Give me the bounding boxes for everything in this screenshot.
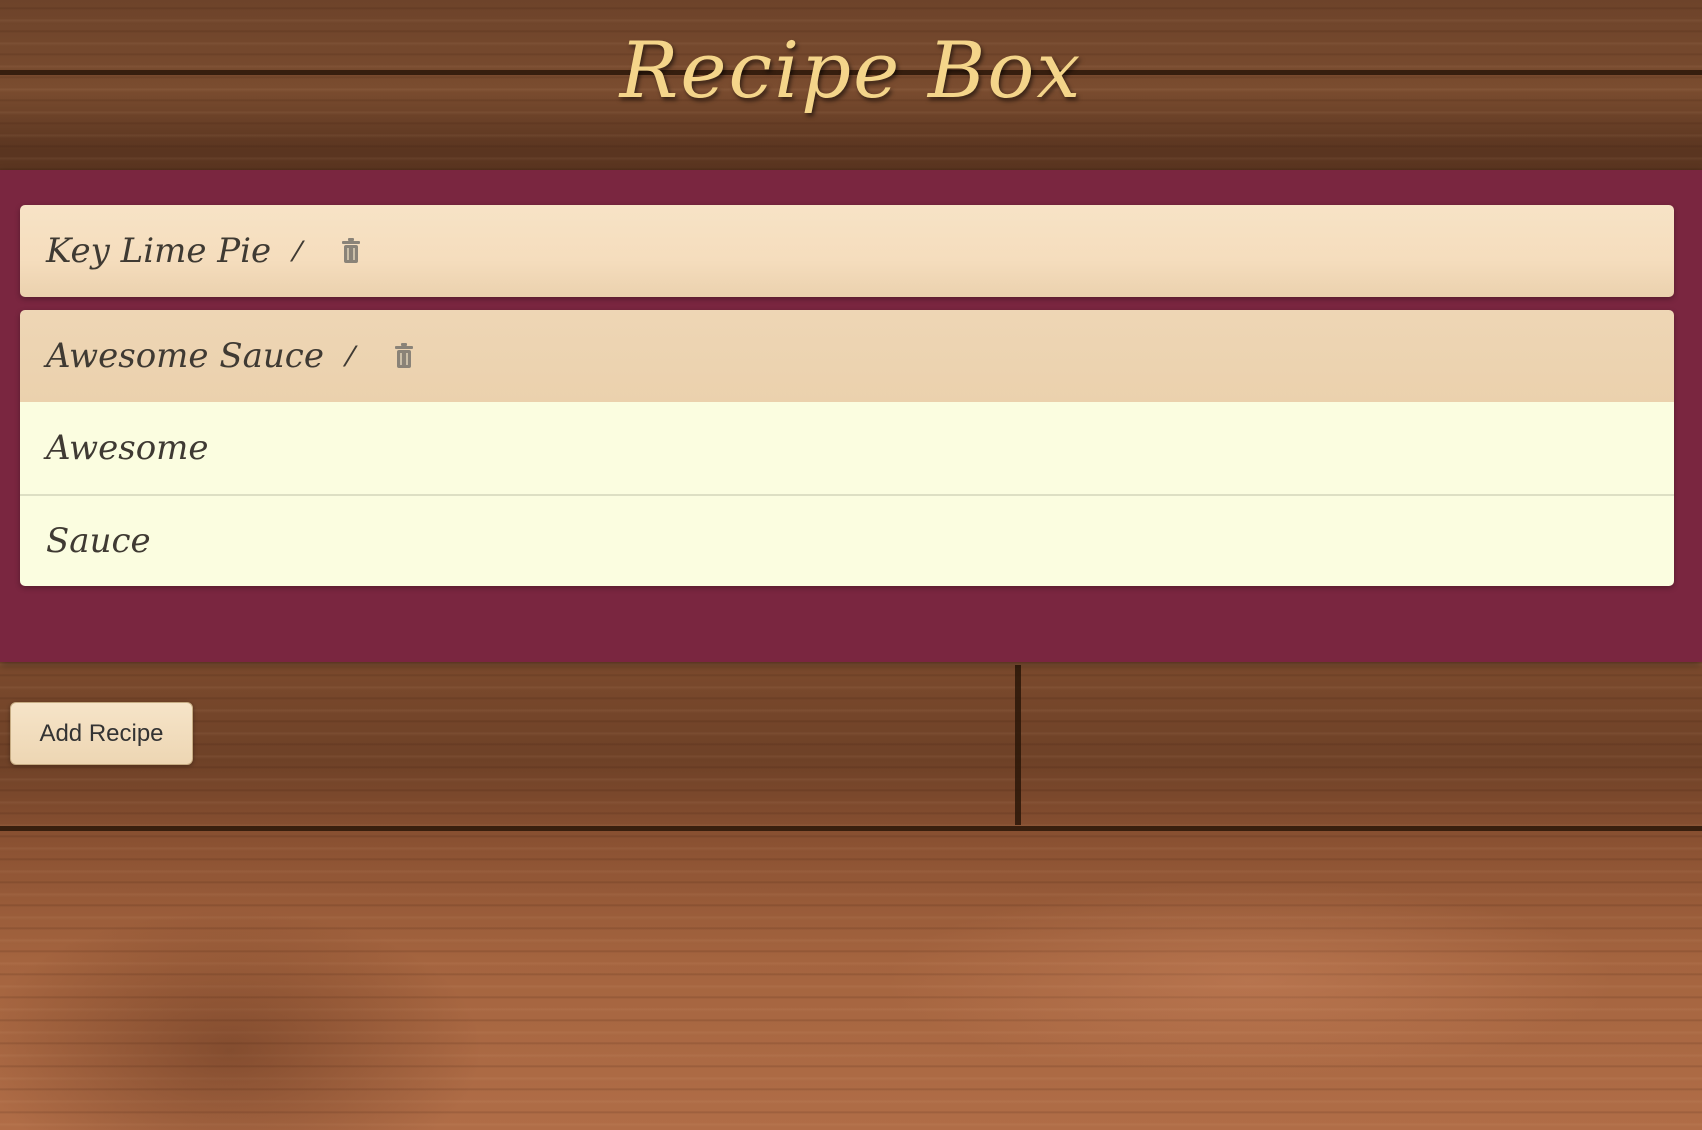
recipe-heading-awesome-sauce[interactable]: Awesome Sauce ⁄: [20, 310, 1674, 402]
trash-icon[interactable]: [393, 343, 415, 369]
recipe-heading-key-lime-pie[interactable]: Key Lime Pie ⁄: [20, 205, 1674, 297]
recipe-name: Key Lime Pie: [46, 231, 272, 271]
add-recipe-button[interactable]: Add Recipe: [10, 702, 193, 765]
trash-icon[interactable]: [340, 238, 362, 264]
pencil-icon[interactable]: ⁄: [348, 340, 353, 373]
wood-plank-seam: [1015, 665, 1021, 825]
recipe-card: Key Lime Pie ⁄: [20, 205, 1674, 297]
recipe-card: Awesome Sauce ⁄ Awesome Sauce: [20, 310, 1674, 586]
recipe-name: Awesome Sauce: [46, 336, 324, 376]
app-title: Recipe Box: [619, 26, 1083, 116]
recipe-list-panel: Key Lime Pie ⁄ Awesome Sauce ⁄ Awesome S…: [0, 170, 1702, 662]
ingredient-item: Sauce: [20, 494, 1674, 586]
wood-plank-seam: [0, 826, 1702, 831]
pencil-icon[interactable]: ⁄: [295, 235, 300, 268]
ingredient-item: Awesome: [20, 402, 1674, 494]
